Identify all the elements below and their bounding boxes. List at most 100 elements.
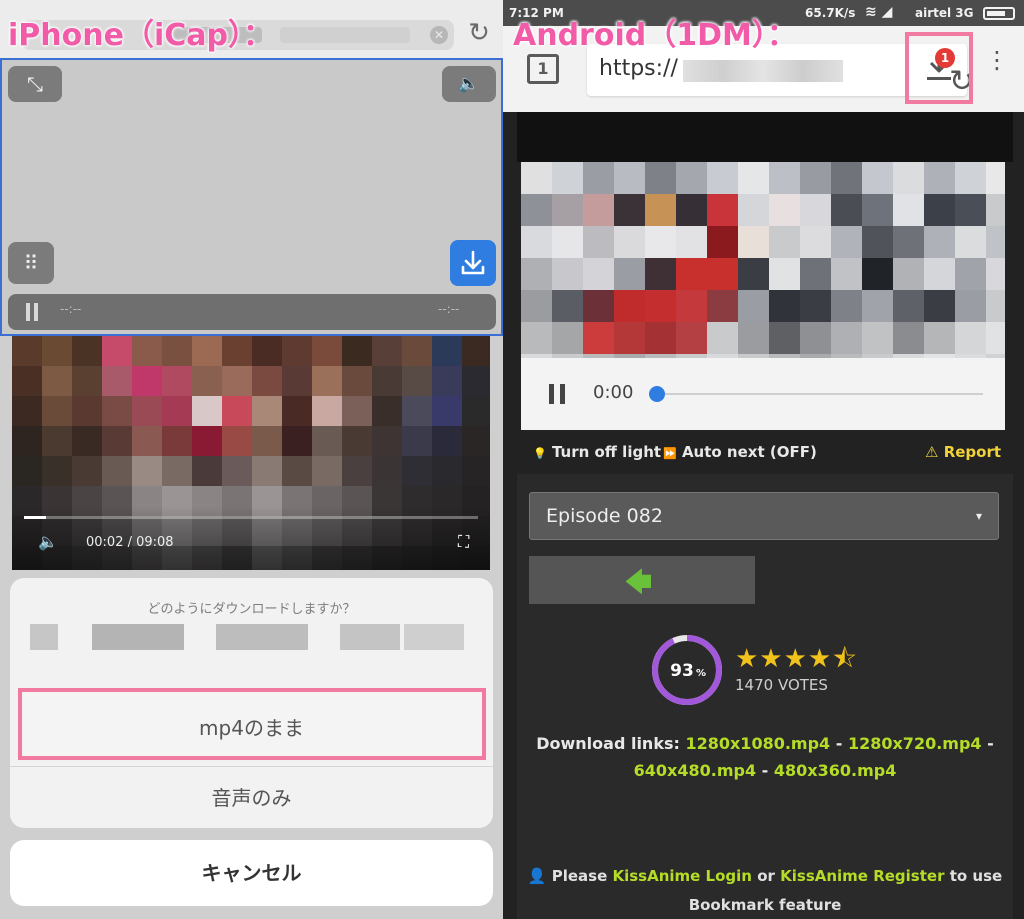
download-links-label: Download links: (536, 734, 686, 753)
url-redacted (683, 60, 843, 82)
total-time: --:-- (438, 302, 460, 316)
mosaic-tile (831, 226, 862, 258)
mosaic-tile (42, 426, 72, 456)
mosaic-tile (738, 290, 769, 322)
signal-icon: ≋ ◢ (865, 4, 893, 20)
mosaic-tile (252, 456, 282, 486)
mosaic-tile (102, 336, 132, 366)
pause-icon[interactable] (26, 303, 38, 321)
episode-select[interactable]: Episode 082 ▾ (529, 492, 999, 540)
fullscreen-icon[interactable]: ⛶ (458, 532, 469, 552)
mosaic-tile (72, 426, 102, 456)
mosaic-tile (342, 366, 372, 396)
mosaic-tile (924, 322, 955, 354)
android-panel: 7:12 PM 65.7K/s ≋ ◢ airtel 3G 1 https://… (503, 0, 1024, 919)
player-seek-bar[interactable]: --:-- --:-- (8, 294, 496, 330)
seek-knob[interactable] (649, 386, 665, 402)
previous-episode-button[interactable]: 🡄 (529, 556, 755, 604)
mosaic-tile (102, 456, 132, 486)
reload-icon[interactable]: ↻ (464, 18, 494, 48)
mosaic-tile (645, 290, 676, 322)
clear-icon[interactable]: ✕ (430, 26, 448, 44)
mosaic-tile (831, 290, 862, 322)
episode-select-value: Episode 082 (546, 505, 663, 527)
mosaic-tile (342, 396, 372, 426)
mosaic-tile (162, 426, 192, 456)
bookmark-text: Bookmark feature (688, 896, 842, 914)
carrier-name: airtel 3G (915, 6, 974, 20)
download-manager-button[interactable]: 1 (905, 32, 973, 104)
warning-icon: ⚠ (925, 443, 939, 461)
mosaic-tile (252, 426, 282, 456)
register-link[interactable]: KissAnime Register (780, 867, 944, 885)
network-speed: 65.7K/s (805, 6, 856, 20)
mosaic-tile (800, 162, 831, 194)
mosaic-tile (312, 336, 342, 366)
mosaic-tile (955, 162, 986, 194)
turn-off-light-link[interactable]: 💡 Turn off light (533, 443, 661, 461)
mosaic-tile (676, 194, 707, 226)
mosaic-tile (162, 396, 192, 426)
mosaic-tile (707, 194, 738, 226)
seek-track[interactable] (661, 393, 983, 395)
video-progress[interactable] (24, 516, 478, 519)
download-button[interactable] (450, 240, 496, 286)
bookmark-text: or (751, 867, 781, 885)
bookmark-notice: 👤 Please KissAnime Login or KissAnime Re… (517, 862, 1013, 919)
mosaic-tile (800, 194, 831, 226)
mosaic-tile (12, 396, 42, 426)
login-link[interactable]: KissAnime Login (612, 867, 752, 885)
mosaic-tile (707, 322, 738, 354)
option-audio-only-button[interactable]: 音声のみ (10, 782, 493, 811)
cancel-button[interactable]: キャンセル (10, 840, 493, 906)
mosaic-tile (893, 194, 924, 226)
mosaic-tile (645, 162, 676, 194)
mosaic-tile (402, 336, 432, 366)
expand-icon[interactable]: ⤡ (8, 66, 62, 102)
mosaic-tile (614, 290, 645, 322)
download-link-640x480[interactable]: 640x480.mp4 (634, 761, 756, 780)
mosaic-tile (552, 226, 583, 258)
mosaic-tile (462, 426, 490, 456)
report-link[interactable]: ⚠ Report (925, 443, 1001, 461)
mosaic-tile (12, 426, 42, 456)
video-preview[interactable]: 🔈 00:02 / 09:08 ⛶ (12, 336, 490, 570)
mosaic-tile (552, 194, 583, 226)
mosaic-tile (614, 322, 645, 354)
mosaic-tile (132, 336, 162, 366)
mosaic-tile (42, 456, 72, 486)
mosaic-tile (707, 290, 738, 322)
mosaic-tile (521, 322, 552, 354)
mosaic-tile (432, 396, 462, 426)
download-link-1280x720[interactable]: 1280x720.mp4 (848, 734, 982, 753)
volume-icon[interactable]: 🔈 (38, 532, 58, 551)
video-preview[interactable] (521, 162, 1005, 358)
icap-player-overlay: ⤡ 🔈 ⠿ --:-- --:-- (0, 58, 503, 336)
mosaic-tile (72, 396, 102, 426)
mosaic-tile (552, 162, 583, 194)
tab-switcher-button[interactable]: 1 (527, 54, 559, 84)
link-separator: - (756, 761, 774, 780)
mosaic-tile (372, 456, 402, 486)
option-keep-mp4-button[interactable]: mp4のまま (10, 712, 493, 741)
url-text: https:// (599, 56, 678, 81)
mosaic-tile (372, 426, 402, 456)
download-link-480x360[interactable]: 480x360.mp4 (774, 761, 896, 780)
pause-icon[interactable] (549, 384, 565, 404)
mosaic-tile (707, 162, 738, 194)
grid-menu-icon[interactable]: ⠿ (8, 242, 54, 284)
mosaic-tile (222, 456, 252, 486)
download-link-1280x1080[interactable]: 1280x1080.mp4 (685, 734, 830, 753)
mosaic-tile (955, 322, 986, 354)
mosaic-tile (342, 456, 372, 486)
volume-icon[interactable]: 🔈 (442, 66, 496, 102)
mosaic-tile (893, 162, 924, 194)
mosaic-tile (924, 290, 955, 322)
more-menu-icon[interactable]: ⋮ (985, 48, 1009, 72)
rating-percent-sign: % (696, 668, 706, 679)
chevron-down-icon: ▾ (976, 509, 983, 523)
mosaic-tile (583, 258, 614, 290)
auto-next-toggle[interactable]: ⏩ Auto next (OFF) (663, 443, 817, 461)
divider (10, 766, 493, 767)
mosaic-tile (583, 290, 614, 322)
